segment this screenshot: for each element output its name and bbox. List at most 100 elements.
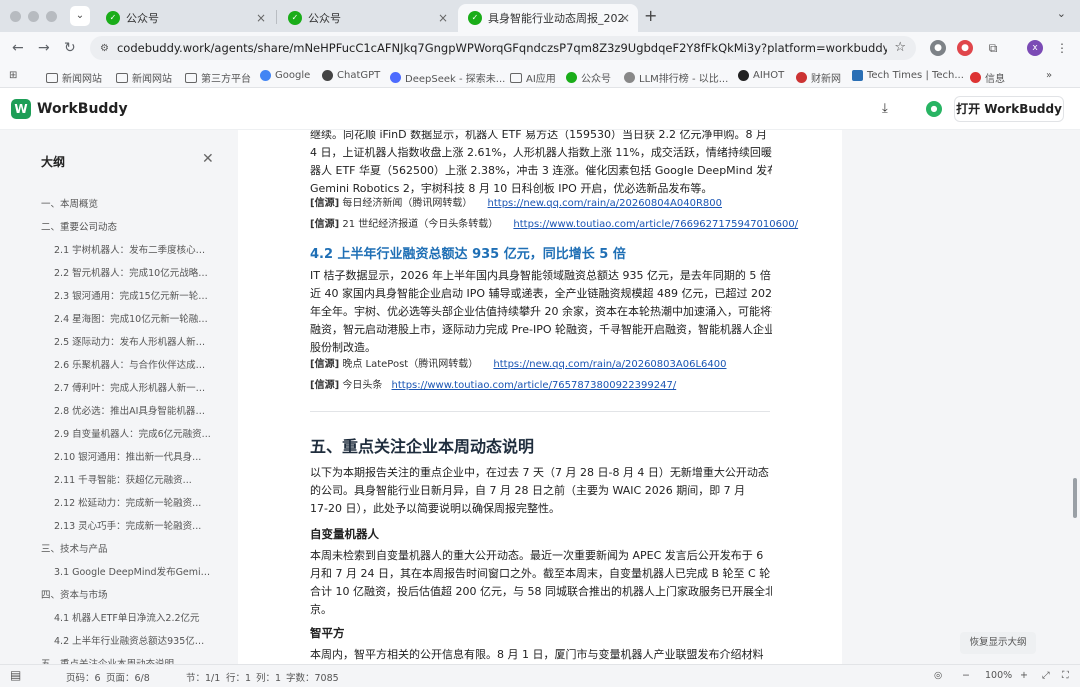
browser-tab-1[interactable]: ✓ 公众号 × <box>96 4 274 32</box>
fit-page-icon[interactable]: ⤢ <box>1042 670 1050 681</box>
source-link[interactable]: https://new.qq.com/rain/a/20260803A06L64… <box>493 359 726 370</box>
section-divider <box>310 411 770 412</box>
browser-tab-active[interactable]: ✓ 具身智能行业动态周报_20260 × <box>458 4 638 32</box>
source-link[interactable]: https://www.toutiao.com/article/76578738… <box>392 380 677 391</box>
url-text: codebuddy.work/agents/share/mNeHPFucC1cA… <box>116 41 887 55</box>
outline-item[interactable]: 2.4 星海图：完成10亿元新一轮融资... <box>54 311 212 325</box>
status-column: 列：1 <box>256 673 282 684</box>
outline-item[interactable]: 一、本周概览 <box>41 196 201 210</box>
bookmark-folder[interactable]: AI应用 <box>510 70 556 85</box>
document-page: 继续。同花顺 iFinD 数据显示，机器人 ETF 易方达（159530）当日获… <box>238 130 842 664</box>
bookmark-folder[interactable]: 新闻网站 <box>46 70 102 85</box>
outline-item[interactable]: 2.2 智元机器人：完成10亿元战略投资... <box>54 265 212 279</box>
tab-title: 公众号 <box>126 12 159 25</box>
wechat-icon <box>566 72 577 83</box>
zoom-in-icon[interactable]: + <box>1020 670 1028 681</box>
outline-item[interactable]: 五、重点关注企业本周动态说明 <box>41 656 201 664</box>
reload-icon[interactable]: ↻ <box>64 40 76 56</box>
folder-icon <box>510 72 522 83</box>
outline-item[interactable]: 四、资本与市场 <box>41 587 201 601</box>
outline-item[interactable]: 2.1 宇树机器人：发布二季度核心进... <box>54 242 212 256</box>
bookmark-star-icon[interactable]: ☆ <box>894 40 906 55</box>
browser-tab-2[interactable]: ✓ 公众号 × <box>278 4 456 32</box>
outline-item[interactable]: 2.3 银河通用：完成15亿元新一轮融资... <box>54 288 212 302</box>
extension-icon[interactable]: ● <box>930 40 946 56</box>
sidebar-toggle-icon[interactable]: ▤ <box>10 668 21 682</box>
profile-avatar[interactable]: x <box>1027 40 1043 56</box>
bookmark-folder[interactable]: 新闻网站 <box>116 70 172 85</box>
more-menu-icon[interactable]: ⋮ <box>1054 40 1070 56</box>
bookmark-link[interactable]: 信息 <box>970 70 1005 85</box>
zoom-out-icon[interactable]: − <box>962 670 970 681</box>
outline-item[interactable]: 2.12 松延动力：完成新一轮融资... <box>54 495 212 509</box>
close-tab-icon[interactable]: × <box>438 11 448 25</box>
outline-item[interactable]: 2.13 灵心巧手：完成新一轮融资... <box>54 518 212 532</box>
outline-item[interactable]: 2.6 乐聚机器人：与合作伙伴达成战略... <box>54 357 212 371</box>
more-bookmarks-icon[interactable]: » <box>1046 70 1052 81</box>
source-line: [信源] 21 世纪经济报道（今日头条转载） https://www.touti… <box>310 219 799 230</box>
workbuddy-status-icon[interactable]: ● <box>926 101 942 117</box>
source-link[interactable]: https://new.qq.com/rain/a/20260804A040R8… <box>488 198 722 209</box>
puzzle-extensions-icon[interactable]: ⧉ <box>985 40 1001 56</box>
extension-icon[interactable]: ● <box>957 40 973 56</box>
outline-item[interactable]: 4.1 机器人ETF单日净流入2.2亿元 <box>54 610 212 624</box>
forward-arrow-icon[interactable]: → <box>38 40 50 56</box>
bookmark-link[interactable]: ChatGPT <box>322 70 380 81</box>
outline-item[interactable]: 2.10 银河通用：推出新一代具身... <box>54 449 212 463</box>
apps-grid-icon[interactable]: ⊞ <box>9 70 17 81</box>
close-window-button[interactable] <box>10 11 21 22</box>
wechat-icon: ✓ <box>468 11 482 25</box>
folder-icon <box>46 72 58 83</box>
status-page-count: 页面：6/8 <box>106 673 150 684</box>
close-tab-icon[interactable]: × <box>620 11 630 25</box>
folder-icon <box>116 72 128 83</box>
bookmark-link[interactable]: LLM排行榜 - 以比... <box>624 70 728 85</box>
outline-item[interactable]: 3.1 Google DeepMind发布Gemini R... <box>54 564 212 578</box>
wechat-icon: ✓ <box>106 11 120 25</box>
site-icon <box>738 70 749 81</box>
outline-item[interactable]: 2.7 傅利叶：完成人形机器人新一轮... <box>54 380 212 394</box>
browser-tab-strip: ⌄ ✓ 公众号 × ✓ 公众号 × ✓ 具身智能行业动态周报_20260 × +… <box>0 0 1080 32</box>
bookmark-link[interactable]: AIHOT <box>738 70 784 81</box>
outline-item[interactable]: 二、重要公司动态 <box>41 219 201 233</box>
view-mode-icon[interactable]: ◎ <box>934 670 942 681</box>
bookmark-link[interactable]: DeepSeek - 探索未... <box>390 70 505 85</box>
bookmark-link[interactable]: 财新网 <box>796 70 841 85</box>
section-heading-4-2: 4.2 上半年行业融资总额达 935 亿元，同比增长 5 倍 <box>310 247 626 262</box>
minimize-window-button[interactable] <box>28 11 39 22</box>
outline-item[interactable]: 2.11 千寻智能：获超亿元融资... <box>54 472 212 486</box>
back-arrow-icon[interactable]: ← <box>12 40 24 56</box>
tab-list-chevron-icon[interactable]: ⌄ <box>1057 7 1066 20</box>
page-scrollbar[interactable] <box>1073 478 1077 518</box>
outline-item[interactable]: 三、技术与产品 <box>41 541 201 555</box>
outline-title: 大纲 <box>41 155 66 169</box>
status-bar: ▤ 页码：6 页面：6/8 节：1/1 行：1 列：1 字数：7085 ◎ − … <box>0 664 1080 687</box>
outline-item[interactable]: 2.9 自变量机器人：完成6亿元融资... <box>54 426 212 440</box>
close-outline-icon[interactable]: ✕ <box>202 151 214 167</box>
new-tab-button[interactable]: + <box>644 6 657 25</box>
show-outline-button[interactable]: 恢复显示大纲 <box>960 632 1036 654</box>
source-link[interactable]: https://www.toutiao.com/article/76696271… <box>513 219 798 230</box>
close-tab-icon[interactable]: × <box>256 11 266 25</box>
text-line: 的公司。具身智能行业日新月异，自 7 月 28 日之前（主要为 WAIC 202… <box>310 484 746 497</box>
fullscreen-icon[interactable]: ⛶ <box>1062 670 1069 681</box>
bookmark-link[interactable]: Google <box>260 70 310 81</box>
bookmark-folder[interactable]: 第三方平台 <box>185 70 251 85</box>
bookmark-link[interactable]: 公众号 <box>566 70 611 85</box>
outline-item[interactable]: 2.5 逐际动力：发布人形机器人新品... <box>54 334 212 348</box>
address-bar[interactable]: ⚙ codebuddy.work/agents/share/mNeHPFucC1… <box>90 36 916 60</box>
site-info-icon[interactable]: ⚙ <box>100 43 109 54</box>
tab-search-button[interactable]: ⌄ <box>70 6 90 26</box>
outline-item[interactable]: 4.2 上半年行业融资总额达935亿元... <box>54 633 212 647</box>
bookmark-link[interactable]: Tech Times | Tech... <box>852 70 964 81</box>
zoom-level[interactable]: 100% <box>985 670 1012 681</box>
text-line: 17-20 日），此处予以简要说明以确保周报完整性。 <box>310 502 560 515</box>
outline-item[interactable]: 2.8 优必选：推出AI具身智能机器人... <box>54 403 212 417</box>
zoom-window-button[interactable] <box>46 11 57 22</box>
source-line: [信源] 今日头条 https://www.toutiao.com/articl… <box>310 380 677 391</box>
open-workbuddy-button[interactable]: 打开 WorkBuddy <box>954 96 1064 122</box>
tab-divider <box>276 10 277 24</box>
text-line: 以下为本期报告关注的重点企业中，在过去 7 天（7 月 28 日-8 月 4 日… <box>310 466 769 479</box>
download-icon[interactable]: ⤓ <box>882 101 888 116</box>
folder-icon <box>185 72 197 83</box>
